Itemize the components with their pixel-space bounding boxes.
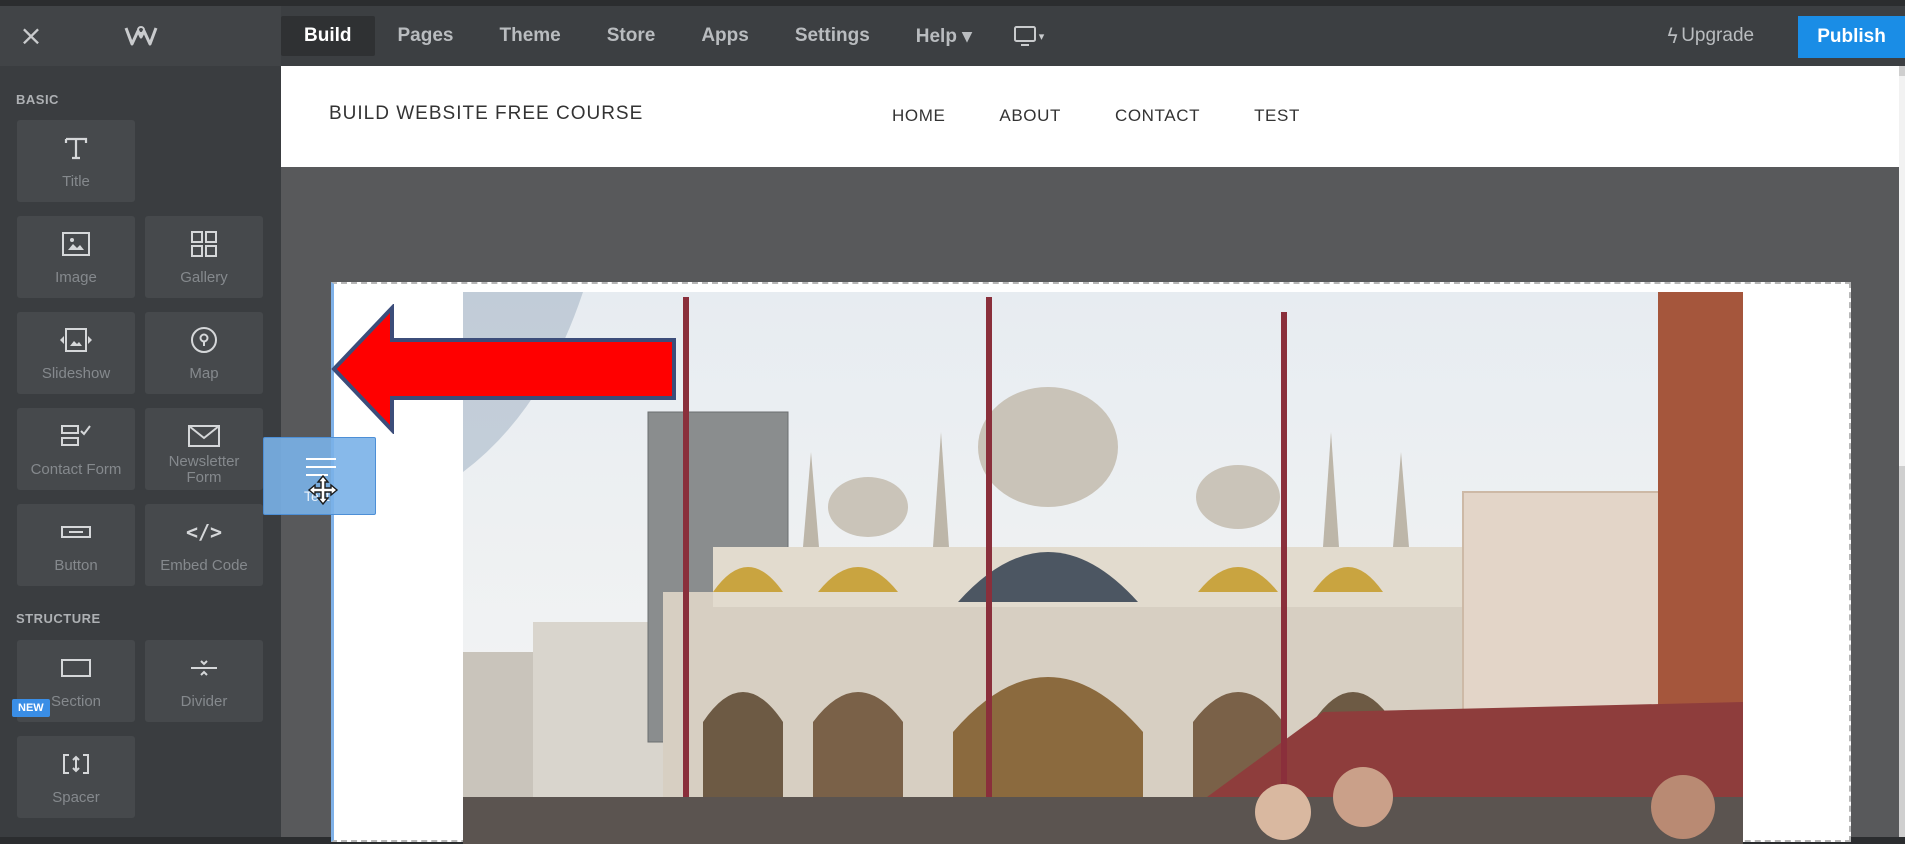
tab-pages[interactable]: Pages <box>375 6 477 66</box>
map-pin-icon <box>145 324 263 356</box>
tab-store[interactable]: Store <box>584 6 679 66</box>
divider-icon <box>145 652 263 684</box>
upgrade-label: Upgrade <box>1681 25 1755 46</box>
top-bar-left: × <box>0 6 281 66</box>
element-label: Contact Form <box>30 461 122 478</box>
code-icon: </> <box>185 520 223 544</box>
bolt-icon: ϟ <box>1666 24 1680 48</box>
close-icon[interactable]: × <box>18 22 44 50</box>
tab-theme[interactable]: Theme <box>476 6 583 66</box>
element-label: Button <box>54 557 98 574</box>
site-header: BUILD WEBSITE FREE COURSE HOME ABOUT CON… <box>281 66 1899 167</box>
section-label-structure: STRUCTURE <box>16 611 101 626</box>
site-title[interactable]: BUILD WEBSITE FREE COURSE <box>329 103 643 125</box>
tab-settings[interactable]: Settings <box>772 6 893 66</box>
element-newsletter-form[interactable]: Newsletter Form <box>145 408 263 490</box>
element-gallery[interactable]: Gallery <box>145 216 263 298</box>
gallery-icon <box>145 228 263 260</box>
weebly-logo[interactable] <box>122 22 160 50</box>
element-map[interactable]: Map <box>145 312 263 394</box>
element-label: Spacer <box>52 789 100 806</box>
editor-canvas: BUILD WEBSITE FREE COURSE HOME ABOUT CON… <box>281 66 1905 844</box>
element-divider[interactable]: Divider <box>145 640 263 722</box>
image-icon <box>17 228 135 260</box>
chevron-down-icon: ▾ <box>1038 29 1045 43</box>
tab-apps[interactable]: Apps <box>678 6 772 66</box>
element-embed-code[interactable]: </> Embed Code <box>145 504 263 586</box>
slideshow-icon <box>17 324 135 356</box>
element-label: Slideshow <box>41 365 111 382</box>
element-label: Map <box>189 365 219 382</box>
element-title[interactable]: Title <box>17 120 135 202</box>
element-label: Divider <box>180 693 228 710</box>
move-cursor-icon <box>307 474 339 506</box>
element-sidebar: BASIC Title Image Gallery Slideshow Map <box>0 66 281 837</box>
element-slideshow[interactable]: Slideshow <box>17 312 135 394</box>
upgrade-link[interactable]: ϟ Upgrade <box>1666 6 1754 66</box>
element-contact-form[interactable]: Contact Form <box>17 408 135 490</box>
main-nav: Build Pages Theme Store Apps Settings He… <box>281 6 1062 66</box>
tab-help[interactable]: Help ▾ <box>893 6 995 66</box>
vertical-scrollbar[interactable] <box>1899 66 1905 837</box>
top-bar: × Build Pages Theme Store Apps Settings … <box>0 6 1905 66</box>
tab-build[interactable]: Build <box>281 16 375 56</box>
dragging-text-element[interactable]: Text <box>263 437 376 515</box>
scrollbar-thumb[interactable] <box>1899 76 1905 466</box>
site-nav: HOME ABOUT CONTACT TEST <box>892 106 1354 126</box>
desktop-icon <box>1013 26 1036 46</box>
element-button[interactable]: Button <box>17 504 135 586</box>
element-label: Embed Code <box>160 557 248 574</box>
red-arrow-annotation <box>331 304 676 434</box>
device-switcher[interactable]: ▾ <box>995 6 1063 66</box>
site-nav-test[interactable]: TEST <box>1254 106 1300 126</box>
site-nav-contact[interactable]: CONTACT <box>1115 106 1200 126</box>
element-spacer[interactable]: Spacer <box>17 736 135 818</box>
spacer-icon <box>17 748 135 780</box>
element-image[interactable]: Image <box>17 216 135 298</box>
title-icon <box>17 132 135 164</box>
section-label-basic: BASIC <box>16 92 59 107</box>
site-nav-about[interactable]: ABOUT <box>999 106 1061 126</box>
element-label: Newsletter Form <box>168 453 240 486</box>
envelope-icon <box>145 420 263 452</box>
element-label: Gallery <box>180 269 228 286</box>
element-label: Title <box>62 173 90 190</box>
section-icon <box>17 652 135 684</box>
element-label: Image <box>55 269 97 286</box>
site-nav-home[interactable]: HOME <box>892 106 945 126</box>
contact-form-icon <box>17 420 135 452</box>
publish-button[interactable]: Publish <box>1798 16 1905 58</box>
button-icon <box>17 516 135 548</box>
new-badge: NEW <box>12 699 50 717</box>
